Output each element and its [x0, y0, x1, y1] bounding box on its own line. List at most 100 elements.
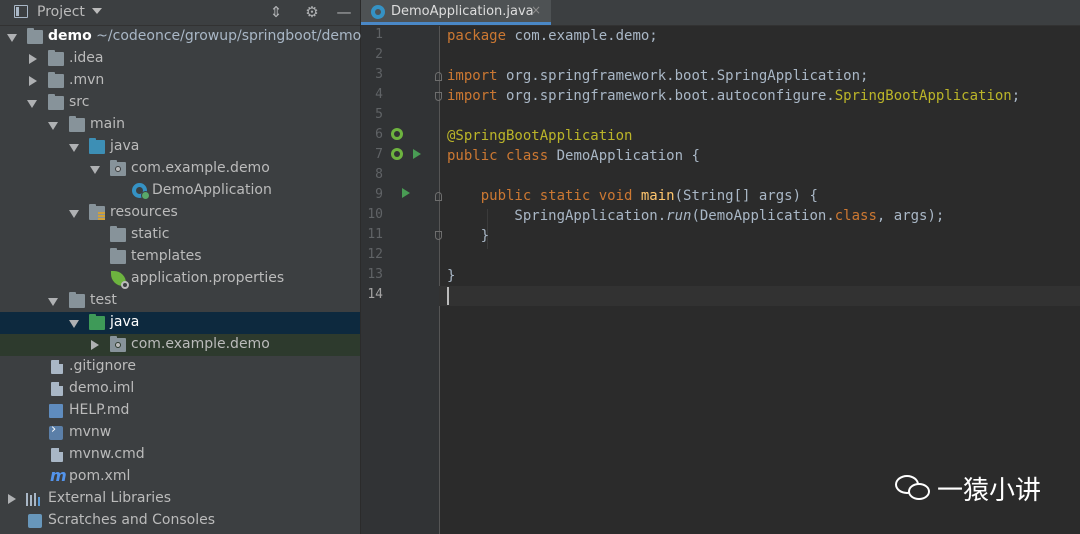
tree-node-main-java[interactable]: java: [0, 136, 360, 158]
module-folder-icon: [27, 28, 43, 44]
tree-node-application-properties[interactable]: application.properties: [0, 268, 360, 290]
chevron-down-icon[interactable]: [92, 8, 102, 14]
code-line-14: [439, 286, 1080, 306]
code-line-6: @SpringBootApplication: [447, 126, 1080, 146]
tree-node-scratches[interactable]: Scratches and Consoles: [0, 510, 360, 532]
tree-node-gitignore[interactable]: .gitignore: [0, 356, 360, 378]
code-line-11: }: [447, 228, 490, 244]
code-line-13: }: [447, 268, 456, 284]
ide-window: Project ⇕ ⚙ — demo ~/codeonce/growup/spr…: [0, 0, 1080, 534]
code-editor: DemoApplication.java × 1 2 3 4 5 6 7 8 9…: [361, 0, 1080, 534]
code-line-10: SpringApplication.run(DemoApplication.cl…: [447, 208, 945, 224]
project-icon: [14, 5, 28, 18]
chevron-down-icon[interactable]: [69, 144, 79, 152]
file-icon: [51, 360, 63, 374]
scratches-icon: [28, 514, 42, 528]
line-number: 11: [367, 227, 383, 242]
editor-gutter[interactable]: 1 2 3 4 5 6 7 8 9 10 11 12 13 14: [361, 26, 442, 534]
tree-node-label: .gitignore: [69, 358, 136, 374]
folder-icon: [69, 292, 85, 308]
tree-node-label: External Libraries: [48, 490, 171, 506]
chevron-right-icon[interactable]: [29, 76, 37, 86]
chevron-down-icon[interactable]: [48, 122, 58, 130]
tree-node-static[interactable]: static: [0, 224, 360, 246]
chevron-down-icon[interactable]: [48, 298, 58, 306]
code-area[interactable]: package com.example.demo; import org.spr…: [439, 26, 1080, 534]
tree-node-label: mvnw: [69, 424, 112, 440]
fold-icon[interactable]: [435, 72, 442, 81]
tree-node-resources[interactable]: resources: [0, 202, 360, 224]
fold-icon[interactable]: [435, 192, 442, 201]
minimize-icon[interactable]: —: [334, 2, 354, 22]
spring-properties-icon: [111, 271, 129, 289]
chevron-down-icon[interactable]: [7, 34, 17, 42]
line-number: 9: [375, 187, 383, 202]
tree-node-label: application.properties: [131, 270, 285, 286]
tree-node-demo[interactable]: demo ~/codeonce/growup/springboot/demo: [0, 26, 361, 48]
tree-node-label: demo ~/codeonce/growup/springboot/demo: [48, 28, 361, 44]
run-icon[interactable]: [413, 149, 421, 159]
line-number: 8: [375, 167, 383, 182]
tab-demo-application[interactable]: DemoApplication.java ×: [361, 0, 551, 25]
tree-node-src[interactable]: src: [0, 92, 360, 114]
chevron-right-icon[interactable]: [91, 340, 99, 350]
tree-node-mvn[interactable]: .mvn: [0, 70, 360, 92]
line-number: 7: [375, 147, 383, 162]
libraries-icon: [26, 492, 42, 506]
tree-node-label: templates: [131, 248, 202, 264]
tree-node-demo-application[interactable]: DemoApplication: [0, 180, 360, 202]
tree-node-label: pom.xml: [69, 468, 131, 484]
project-view-selector[interactable]: Project: [37, 4, 85, 20]
tree-node-label: main: [90, 116, 125, 132]
spring-bean-gutter-icon[interactable]: [391, 148, 403, 160]
fold-icon[interactable]: [435, 231, 442, 240]
tree-node-help-md[interactable]: HELP.md: [0, 400, 360, 422]
token-static-call: run: [666, 208, 692, 224]
token-keyword: import: [447, 88, 498, 104]
tree-node-demo-iml[interactable]: demo.iml: [0, 378, 360, 400]
folder-icon: [69, 116, 85, 132]
collapse-all-icon[interactable]: ⇕: [266, 2, 286, 22]
tree-node-templates[interactable]: templates: [0, 246, 360, 268]
token-annotation: @SpringBootApplication: [447, 128, 633, 144]
chevron-down-icon[interactable]: [69, 320, 79, 328]
line-number: 1: [375, 27, 383, 42]
chevron-down-icon[interactable]: [90, 166, 100, 174]
project-tool-window: Project ⇕ ⚙ — demo ~/codeonce/growup/spr…: [0, 0, 361, 534]
fold-icon[interactable]: [435, 92, 442, 101]
tree-node-mvnw[interactable]: mvnw: [0, 422, 360, 444]
tree-node-mvnw-cmd[interactable]: mvnw.cmd: [0, 444, 360, 466]
tree-node-test[interactable]: test: [0, 290, 360, 312]
tree-node-pom-xml[interactable]: m pom.xml: [0, 466, 360, 488]
tree-node-label: src: [69, 94, 90, 110]
tree-node-label: .mvn: [69, 72, 105, 88]
tree-node-main[interactable]: main: [0, 114, 360, 136]
watermark-text: 一猿小讲: [937, 476, 1042, 506]
tree-node-test-package[interactable]: com.example.demo: [0, 334, 360, 356]
tree-node-test-java[interactable]: java: [0, 312, 360, 334]
java-class-icon: [371, 5, 385, 19]
folder-icon: [110, 248, 126, 264]
spring-bean-gutter-icon[interactable]: [391, 128, 403, 140]
close-icon[interactable]: ×: [531, 3, 541, 17]
run-icon[interactable]: [402, 188, 410, 198]
line-number: 2: [375, 47, 383, 62]
wechat-icon: [895, 475, 931, 501]
tree-node-main-package[interactable]: com.example.demo: [0, 158, 360, 180]
tree-node-external-libraries[interactable]: External Libraries: [0, 488, 360, 510]
tree-node-label: static: [131, 226, 170, 242]
tree-node-label: .idea: [69, 50, 104, 66]
tree-node-label: demo.iml: [69, 380, 135, 396]
chevron-down-icon[interactable]: [27, 100, 37, 108]
chevron-right-icon[interactable]: [29, 54, 37, 64]
chevron-down-icon[interactable]: [69, 210, 79, 218]
text-caret: [447, 287, 449, 305]
package-icon: [110, 160, 126, 176]
gear-icon[interactable]: ⚙: [302, 2, 322, 22]
line-number: 12: [367, 247, 383, 262]
tree-node-label: com.example.demo: [131, 160, 270, 176]
tree-node-label: Scratches and Consoles: [48, 512, 215, 528]
tree-node-idea[interactable]: .idea: [0, 48, 360, 70]
chevron-right-icon[interactable]: [8, 494, 16, 504]
